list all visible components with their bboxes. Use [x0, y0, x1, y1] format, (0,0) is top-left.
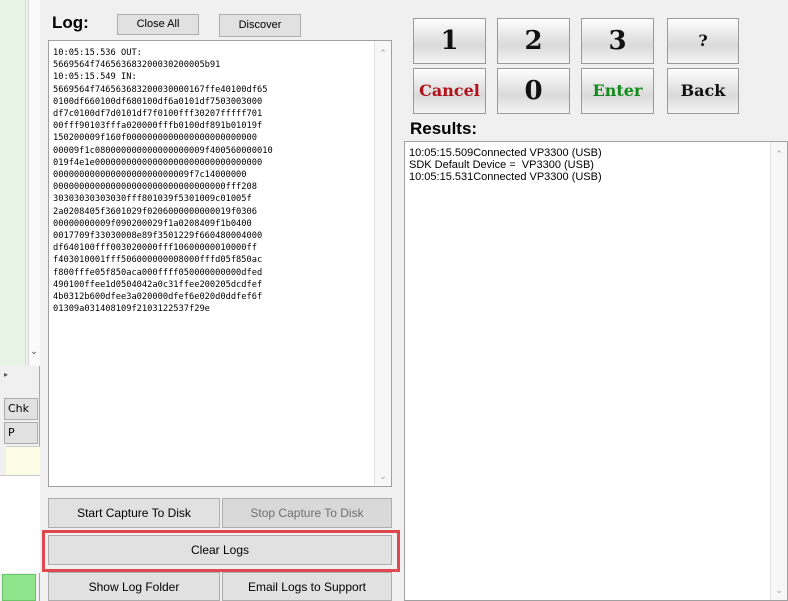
log-line: 5669564f746563683200030000167ffe40100df6…	[53, 84, 268, 95]
log-line: 000000000000000000000000000000000fff208	[53, 182, 257, 193]
log-line: df7c0100df7d0101df7f0100fff30207fffff701	[53, 109, 263, 120]
left-panel-scrollbar[interactable]	[28, 0, 40, 366]
chk-button[interactable]: Chk	[4, 398, 38, 420]
caret-right-icon: ▸	[4, 370, 9, 379]
log-line: 10:05:15.549 IN:	[53, 72, 137, 83]
log-line: 01309a031408109f2103122537f29e	[53, 304, 210, 315]
log-content: 10:05:15.536 OUT: 5669564f746563683200030…	[53, 47, 375, 315]
log-line: 30303030303030fff801039f5301009c01005f	[53, 194, 252, 205]
log-line: 00fff90103fffa020000fffb0100df891b01019f	[53, 121, 263, 132]
log-line: 019f4e1e00000000000000000000000000000000	[53, 157, 263, 168]
key-2-button[interactable]: 2	[497, 18, 570, 64]
results-textbox[interactable]: 10:05:15.509Connected VP3300 (USB) SDK De…	[404, 141, 788, 601]
stop-capture-button[interactable]: Stop Capture To Disk	[222, 498, 392, 528]
result-line: 10:05:15.531Connected VP3300 (USB)	[409, 171, 602, 183]
log-line: 00009f1c080000000000000000009f4005600000…	[53, 145, 273, 156]
log-scrollbar[interactable]: ⌃ ⌄	[374, 41, 391, 486]
results-content: 10:05:15.509Connected VP3300 (USB) SDK De…	[409, 147, 602, 183]
log-line: 5669564f746563683200030200005b91	[53, 60, 221, 71]
log-line: 00000000009f090200029f1a0208409f1b0400	[53, 218, 252, 229]
discover-button[interactable]: Discover	[219, 14, 301, 37]
left-panel-list	[0, 0, 26, 366]
result-line: 10:05:15.509Connected VP3300 (USB)	[409, 147, 602, 159]
log-line: f800fffe05f850aca000ffff050000000000dfed	[53, 267, 263, 278]
start-capture-button[interactable]: Start Capture To Disk	[48, 498, 220, 528]
close-all-button[interactable]: Close All	[117, 14, 199, 35]
results-scrollbar[interactable]: ⌃ ⌄	[770, 142, 787, 600]
highlight-box	[42, 530, 400, 572]
log-line: 0017709f33030008e89f3501229f660480004000	[53, 231, 263, 242]
show-log-folder-button[interactable]: Show Log Folder	[48, 572, 220, 601]
key-1-button[interactable]: 1	[413, 18, 486, 64]
log-line: 150200009f160f0000000000000000000000000	[53, 133, 257, 144]
log-line: 4b0312b600dfee3a020000dfef6e020d0ddfef6f	[53, 292, 263, 303]
log-line: 490100ffee1d0504042a0c31ffee200205dcdfef	[53, 279, 263, 290]
key-question-button[interactable]: ?	[667, 18, 739, 64]
key-3-button[interactable]: 3	[581, 18, 654, 64]
results-title: Results:	[410, 119, 478, 138]
key-0-button[interactable]: 0	[497, 68, 570, 114]
left-blank-area	[0, 475, 40, 573]
log-textbox[interactable]: 10:05:15.536 OUT: 5669564f746563683200030…	[48, 40, 392, 487]
chevron-down-icon[interactable]: ⌄	[28, 347, 40, 361]
back-button[interactable]: Back	[667, 68, 739, 114]
status-area	[6, 446, 40, 476]
log-line: f403010001fff506000000008000fffd05f850ac	[53, 255, 263, 266]
log-line: 0100df660100df680100df6a0101df7503003000	[53, 96, 263, 107]
scroll-up-icon[interactable]: ⌃	[771, 148, 787, 162]
scroll-up-icon[interactable]: ⌃	[375, 47, 391, 61]
result-line: SDK Default Device = VP3300 (USB)	[409, 159, 594, 171]
scroll-down-icon[interactable]: ⌄	[771, 584, 787, 598]
enter-button[interactable]: Enter	[581, 68, 654, 114]
log-line: 10:05:15.536 OUT:	[53, 48, 142, 58]
log-title: Log:	[52, 13, 89, 32]
log-line: 2a0208405f3601029f0206000000000019f0306	[53, 206, 257, 217]
log-line: df640100fff003020000fff10600000010000ff	[53, 243, 257, 254]
log-line: 00000000000000000000000009f7c14000000	[53, 170, 247, 181]
status-indicator	[2, 574, 36, 601]
scroll-down-icon[interactable]: ⌄	[375, 470, 391, 484]
cancel-button[interactable]: Cancel	[413, 68, 486, 114]
email-logs-button[interactable]: Email Logs to Support	[222, 572, 392, 601]
p-button[interactable]: P	[4, 422, 38, 444]
